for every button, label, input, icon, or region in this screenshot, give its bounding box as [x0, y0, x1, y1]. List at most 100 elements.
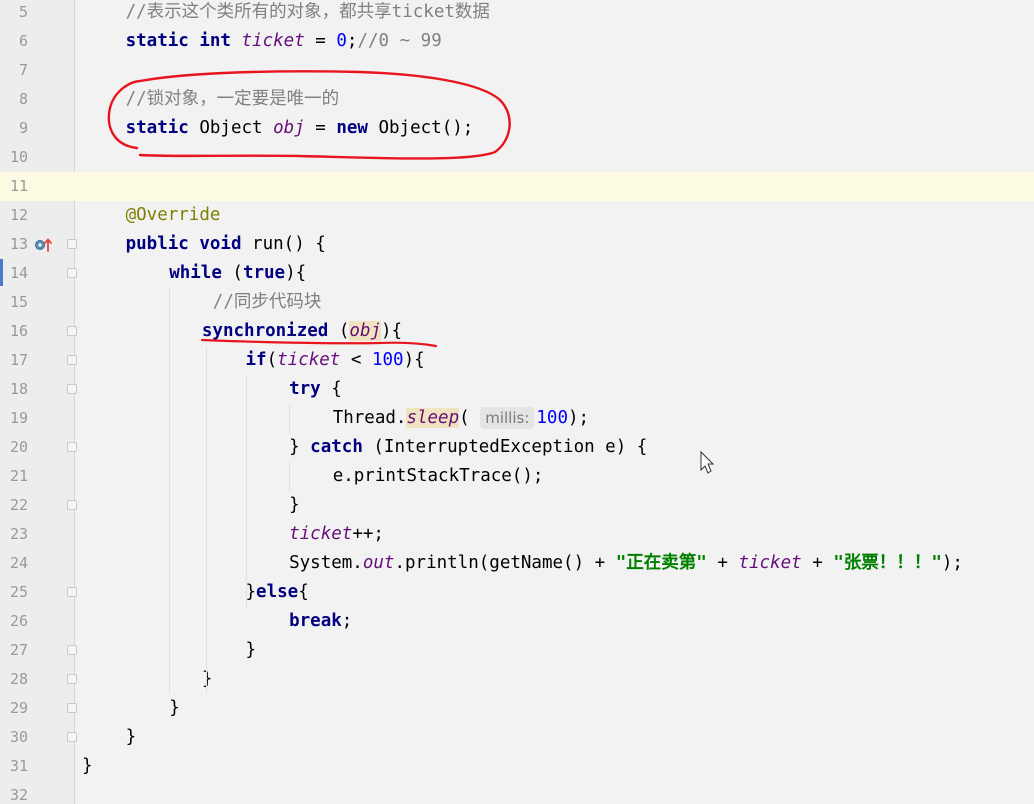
code-token: //0 ~ 99	[357, 31, 442, 51]
line-number: 5	[18, 3, 28, 21]
code-token: }	[245, 640, 257, 660]
code-line[interactable]: 12 @Override	[0, 201, 1034, 230]
code-text[interactable]: while (true){	[169, 259, 306, 288]
fold-marker-icon[interactable]	[67, 239, 77, 249]
indent-guide	[289, 404, 291, 433]
code-line[interactable]: 30}	[0, 723, 1034, 752]
code-token: 表示这个类所有的对象，都共享	[146, 2, 392, 22]
code-line[interactable]: 24 System.out.println(getName() + "正在卖第" …	[0, 549, 1034, 578]
code-text[interactable]: ticket++;	[289, 520, 384, 549]
code-line[interactable]: 16 synchronized (obj){	[0, 317, 1034, 346]
code-token: synchronized	[201, 321, 329, 341]
code-text[interactable]: break;	[289, 607, 352, 636]
fold-marker-icon[interactable]	[67, 674, 77, 684]
code-line[interactable]: 27}	[0, 636, 1034, 665]
code-line[interactable]: 9 static Object obj = new Object();	[0, 114, 1034, 143]
code-text[interactable]: if(ticket < 100){	[246, 346, 425, 375]
code-text[interactable]: public void run() {	[126, 230, 326, 259]
code-token: "	[696, 553, 707, 573]
code-token: }	[125, 727, 137, 747]
code-line[interactable]: 22}	[0, 491, 1034, 520]
code-text[interactable]: Thread.sleep( millis: 100);	[333, 404, 589, 433]
code-text[interactable]: synchronized (obj){	[202, 317, 402, 346]
code-token: 0	[336, 31, 347, 51]
code-line[interactable]: 8 //锁对象，一定要是唯一的	[0, 85, 1034, 114]
code-token: ticket	[391, 2, 455, 22]
code-token: {	[298, 582, 309, 602]
code-token: ){	[285, 263, 307, 283]
fold-marker-icon[interactable]	[67, 645, 77, 655]
code-line[interactable]: 14 while (true){	[0, 259, 1034, 288]
line-number: 13	[9, 235, 28, 253]
code-line[interactable]: 17 if(ticket < 100){	[0, 346, 1034, 375]
code-text[interactable]: static Object obj = new Object();	[126, 114, 474, 143]
code-token: }	[245, 582, 257, 602]
fold-marker-icon[interactable]	[67, 326, 77, 336]
code-token: ){	[381, 321, 403, 341]
code-line[interactable]: 10	[0, 143, 1034, 172]
line-number: 30	[9, 728, 28, 746]
code-line[interactable]: 18 try {	[0, 375, 1034, 404]
code-token: public	[125, 234, 189, 254]
code-line[interactable]: 23 ticket++;	[0, 520, 1034, 549]
fold-marker-icon[interactable]	[67, 500, 77, 510]
code-text[interactable]: //锁对象，一定要是唯一的	[126, 85, 340, 114]
code-token: else	[256, 582, 299, 602]
code-token: {	[320, 379, 342, 399]
code-editor[interactable]: 5 //表示这个类所有的对象，都共享ticket数据 6 static int tic…	[0, 0, 1034, 804]
code-token: static	[125, 118, 189, 138]
code-line[interactable]: 6 static int ticket = 0;//0 ~ 99	[0, 27, 1034, 56]
line-number: 19	[9, 409, 28, 427]
code-token: @Override	[125, 205, 221, 225]
fold-marker-icon[interactable]	[67, 703, 77, 713]
code-line[interactable]: 13 public void run() {	[0, 230, 1034, 259]
code-line[interactable]: 19 Thread.sleep( millis: 100);	[0, 404, 1034, 433]
line-number: 6	[18, 32, 28, 50]
line-number: 28	[9, 670, 28, 688]
line-number: 7	[18, 61, 28, 79]
code-line[interactable]: 5 //表示这个类所有的对象，都共享ticket数据	[0, 0, 1034, 27]
code-token: while	[169, 263, 222, 283]
code-text[interactable]: static int ticket = 0;//0 ~ 99	[126, 27, 442, 56]
override-method-icon[interactable]	[34, 237, 54, 253]
code-text[interactable]: //表示这个类所有的对象，都共享ticket数据	[126, 0, 490, 27]
code-token: int	[199, 31, 231, 51]
code-line[interactable]: 31}	[0, 752, 1034, 781]
line-number: 24	[9, 554, 28, 572]
code-line[interactable]: 28}	[0, 665, 1034, 694]
fold-marker-icon[interactable]	[67, 587, 77, 597]
code-line[interactable]: 29}	[0, 694, 1034, 723]
code-line[interactable]: 32	[0, 781, 1034, 804]
code-text[interactable]: }	[289, 491, 300, 520]
fold-marker-icon[interactable]	[67, 384, 77, 394]
code-token: +	[706, 553, 739, 573]
code-text[interactable]: }	[126, 723, 137, 752]
code-text[interactable]: }	[246, 636, 257, 665]
indent-guide	[169, 288, 171, 694]
code-line[interactable]: 11	[0, 172, 1034, 201]
code-text[interactable]: System.out.println(getName() + "正在卖第" + …	[289, 549, 963, 578]
code-line[interactable]: 7	[0, 56, 1034, 85]
code-line[interactable]: 15 //同步代码块	[0, 288, 1034, 317]
code-line[interactable]: 21 e.printStackTrace();	[0, 462, 1034, 491]
code-text[interactable]: //同步代码块	[213, 288, 322, 317]
line-number: 11	[9, 177, 28, 195]
fold-marker-icon[interactable]	[67, 732, 77, 742]
code-line[interactable]: 25}else{	[0, 578, 1034, 607]
code-text[interactable]: }else{	[246, 578, 309, 607]
code-text[interactable]: }	[169, 694, 180, 723]
line-number: 16	[9, 322, 28, 340]
code-token: }	[169, 698, 180, 718]
code-text[interactable]: }	[82, 752, 93, 781]
code-token: ticket	[241, 31, 305, 51]
fold-marker-icon[interactable]	[67, 442, 77, 452]
code-line[interactable]: 20} catch (InterruptedException e) {	[0, 433, 1034, 462]
fold-marker-icon[interactable]	[67, 268, 77, 278]
code-text[interactable]: @Override	[126, 201, 221, 230]
code-text[interactable]: } catch (InterruptedException e) {	[289, 433, 647, 462]
code-text[interactable]: e.printStackTrace();	[333, 462, 544, 491]
fold-marker-icon[interactable]	[67, 355, 77, 365]
code-line[interactable]: 26 break;	[0, 607, 1034, 636]
code-text[interactable]: try {	[289, 375, 342, 404]
code-token: //	[125, 2, 147, 22]
